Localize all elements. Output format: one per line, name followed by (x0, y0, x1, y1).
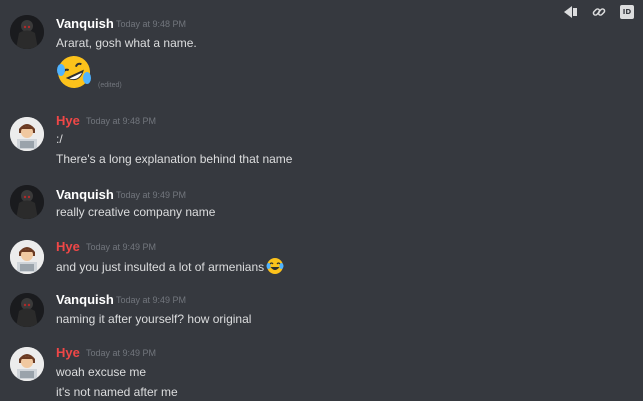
joy-emoji-icon (266, 257, 284, 275)
rolling-on-floor-laughing-emoji-icon (56, 54, 92, 90)
message-line: and you just insulted a lot of armenians (56, 257, 284, 275)
username[interactable]: Vanquish (56, 292, 114, 308)
avatar[interactable] (10, 117, 44, 151)
message-text: woah excuse me (56, 365, 147, 379)
avatar[interactable] (10, 185, 44, 219)
timestamp: Today at 9:48 PM (86, 116, 157, 126)
avatar[interactable] (10, 347, 44, 381)
message-text: :/ (56, 132, 63, 146)
message-text: naming it after yourself? how original (56, 312, 252, 326)
id-label: ID (620, 5, 634, 19)
avatar[interactable] (10, 240, 44, 274)
link-icon[interactable] (591, 4, 607, 20)
username[interactable]: Hye (56, 239, 80, 255)
username[interactable]: Hye (56, 113, 80, 129)
id-icon[interactable]: ID (619, 4, 635, 20)
timestamp: Today at 9:48 PM (116, 19, 187, 29)
username[interactable]: Vanquish (56, 16, 114, 32)
timestamp: Today at 9:49 PM (86, 348, 157, 358)
message-toolbar: ID (563, 0, 643, 24)
timestamp: Today at 9:49 PM (116, 190, 187, 200)
avatar[interactable] (10, 15, 44, 49)
pin-icon[interactable] (563, 4, 579, 20)
message-text: Ararat, gosh what a name. (56, 36, 197, 50)
message-text: There's a long explanation behind that n… (56, 152, 293, 166)
username[interactable]: Vanquish (56, 187, 114, 203)
chat-window: ID Vanquish Today at 9:48 PM Ararat, gos… (0, 0, 643, 401)
avatar[interactable] (10, 293, 44, 327)
username[interactable]: Hye (56, 345, 80, 361)
timestamp: Today at 9:49 PM (116, 295, 187, 305)
edited-label: (edited) (98, 82, 122, 89)
timestamp: Today at 9:49 PM (86, 242, 157, 252)
message-text: really creative company name (56, 205, 216, 219)
message-text: and you just insulted a lot of armenians (56, 260, 265, 274)
message-text: it's not named after me (56, 385, 178, 399)
